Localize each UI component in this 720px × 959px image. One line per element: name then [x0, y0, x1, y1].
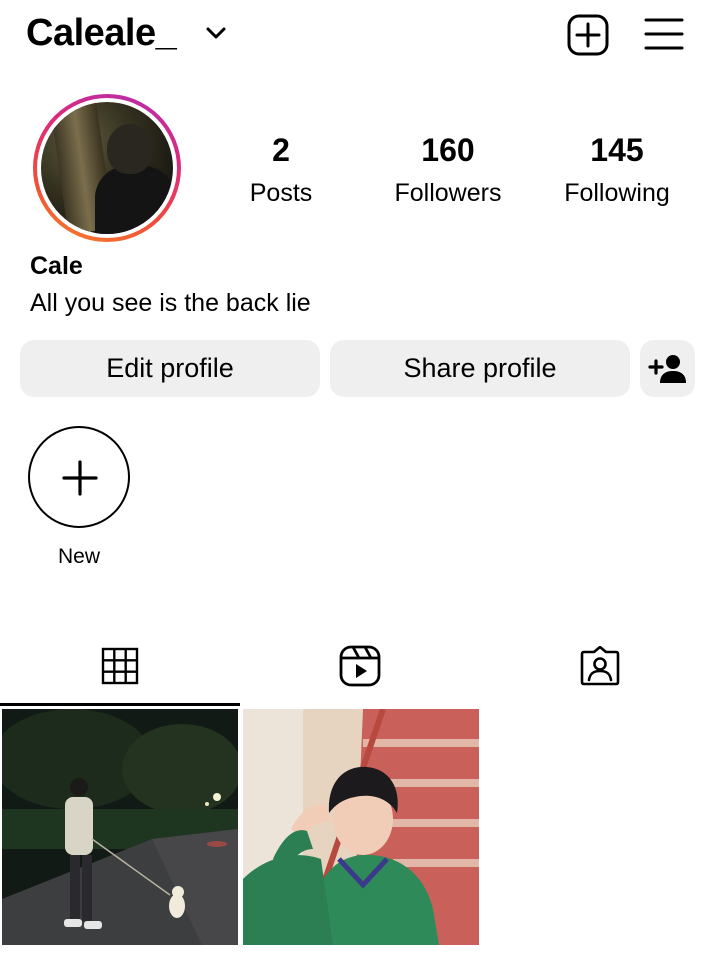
followers-count: 160	[421, 132, 475, 168]
stat-following[interactable]: 145 Following	[552, 132, 682, 208]
post-thumbnail[interactable]	[243, 709, 479, 945]
new-highlight-label: New	[57, 545, 100, 568]
stat-followers[interactable]: 160 Followers	[382, 132, 514, 208]
post-thumbnail[interactable]	[2, 709, 238, 945]
avatar-frame	[37, 98, 177, 238]
plus-icon	[62, 460, 98, 496]
add-person-icon	[647, 354, 686, 383]
top-bar: Caleale_	[0, 0, 720, 72]
tab-reels[interactable]	[240, 624, 480, 708]
following-label: Following	[564, 179, 670, 207]
posts-count: 2	[272, 132, 290, 168]
post-photo-night-walk	[2, 709, 238, 945]
post-photo-green-sweater	[243, 709, 479, 945]
plus-square-icon[interactable]	[566, 13, 610, 57]
username[interactable]: Caleale_	[26, 12, 177, 55]
edit-profile-button[interactable]: Edit profile	[20, 340, 320, 397]
tab-tagged[interactable]	[480, 624, 720, 708]
photo-person-head	[107, 124, 153, 174]
tagged-icon	[580, 646, 620, 686]
display-name: Cale	[30, 252, 83, 280]
profile-photo	[41, 102, 173, 234]
stat-posts[interactable]: 2 Posts	[228, 132, 334, 208]
discover-people-button[interactable]	[640, 340, 695, 397]
posts-label: Posts	[249, 179, 313, 207]
bio-text: All you see is the back lie	[30, 289, 311, 317]
tab-posts-grid[interactable]	[0, 624, 240, 708]
new-highlight-button[interactable]	[28, 426, 130, 528]
hamburger-menu-icon[interactable]	[644, 15, 684, 53]
avatar[interactable]	[33, 94, 181, 242]
reels-icon	[339, 645, 381, 687]
followers-label: Followers	[394, 179, 502, 207]
following-count: 145	[590, 132, 644, 168]
grid-icon	[101, 647, 139, 685]
photo-person-body	[95, 166, 173, 234]
chevron-down-icon[interactable]	[205, 22, 227, 44]
share-profile-button[interactable]: Share profile	[330, 340, 630, 397]
active-tab-indicator	[0, 703, 240, 706]
